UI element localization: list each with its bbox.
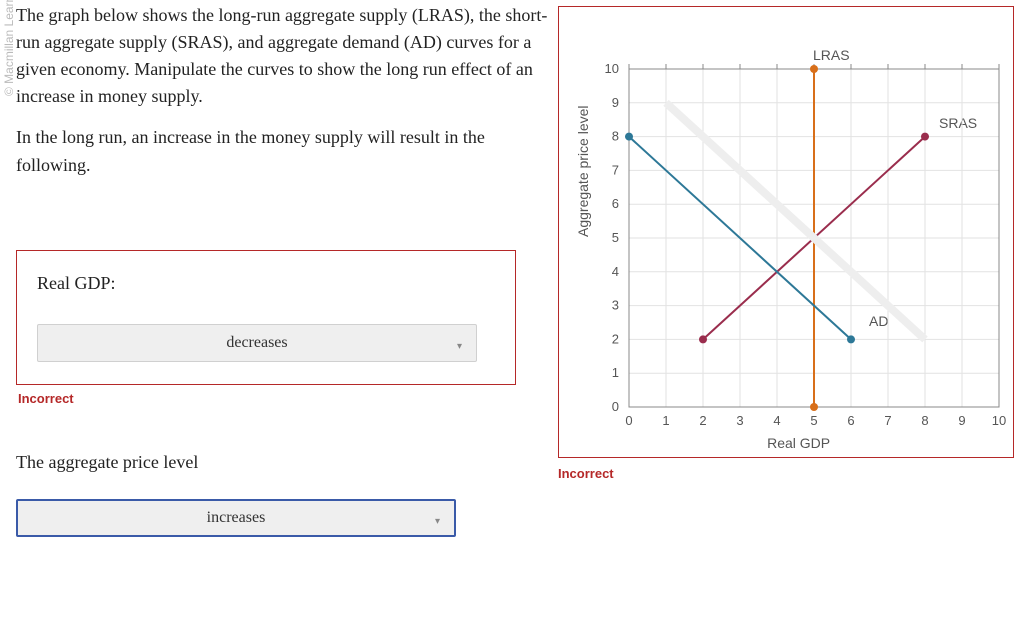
dropdown-real-gdp[interactable]: decreases ▾: [37, 324, 477, 362]
chart-column: Aggregate price level Real GDP LRAS SRAS…: [558, 6, 1018, 481]
question-column: The graph below shows the long-run aggre…: [16, 0, 556, 537]
svg-text:1: 1: [662, 413, 669, 428]
svg-text:10: 10: [605, 61, 619, 76]
chevron-down-icon: ▾: [457, 341, 462, 352]
prompt-paragraph-1: The graph below shows the long-run aggre…: [16, 2, 556, 110]
svg-text:0: 0: [625, 413, 632, 428]
svg-text:3: 3: [612, 298, 619, 313]
svg-text:2: 2: [612, 331, 619, 346]
feedback-real-gdp: Incorrect: [18, 391, 556, 406]
svg-text:10: 10: [992, 413, 1006, 428]
svg-text:0: 0: [612, 399, 619, 414]
answer-block-price-level: The aggregate price level increases ▾: [16, 436, 516, 537]
svg-text:8: 8: [921, 413, 928, 428]
prompt-paragraph-2: In the long run, an increase in the mone…: [16, 124, 556, 180]
svg-text:7: 7: [884, 413, 891, 428]
chart-frame[interactable]: Aggregate price level Real GDP LRAS SRAS…: [558, 6, 1014, 458]
copyright-watermark: © Macmillan Learning: [2, 0, 16, 96]
label-real-gdp: Real GDP:: [37, 273, 495, 294]
svg-text:4: 4: [773, 413, 780, 428]
svg-text:6: 6: [847, 413, 854, 428]
svg-text:3: 3: [736, 413, 743, 428]
svg-text:9: 9: [958, 413, 965, 428]
label-price-level: The aggregate price level: [16, 452, 496, 473]
dropdown-real-gdp-value: decreases: [226, 334, 287, 352]
dropdown-price-level-value: increases: [207, 509, 266, 527]
svg-text:4: 4: [612, 264, 619, 279]
svg-text:2: 2: [699, 413, 706, 428]
svg-text:8: 8: [612, 129, 619, 144]
feedback-chart: Incorrect: [558, 466, 1018, 481]
svg-text:9: 9: [612, 95, 619, 110]
svg-text:6: 6: [612, 196, 619, 211]
svg-text:5: 5: [612, 230, 619, 245]
chevron-down-icon: ▾: [435, 516, 440, 527]
dropdown-price-level[interactable]: increases ▾: [16, 499, 456, 537]
chart-plot[interactable]: 00 1 1 2 2 3 3 4 4 5 5 6 6 7 7 8 8 9 9 10 10: [559, 7, 1015, 459]
answer-block-real-gdp: Real GDP: decreases ▾: [16, 250, 516, 385]
svg-text:1: 1: [612, 365, 619, 380]
svg-text:7: 7: [612, 162, 619, 177]
svg-text:5: 5: [810, 413, 817, 428]
